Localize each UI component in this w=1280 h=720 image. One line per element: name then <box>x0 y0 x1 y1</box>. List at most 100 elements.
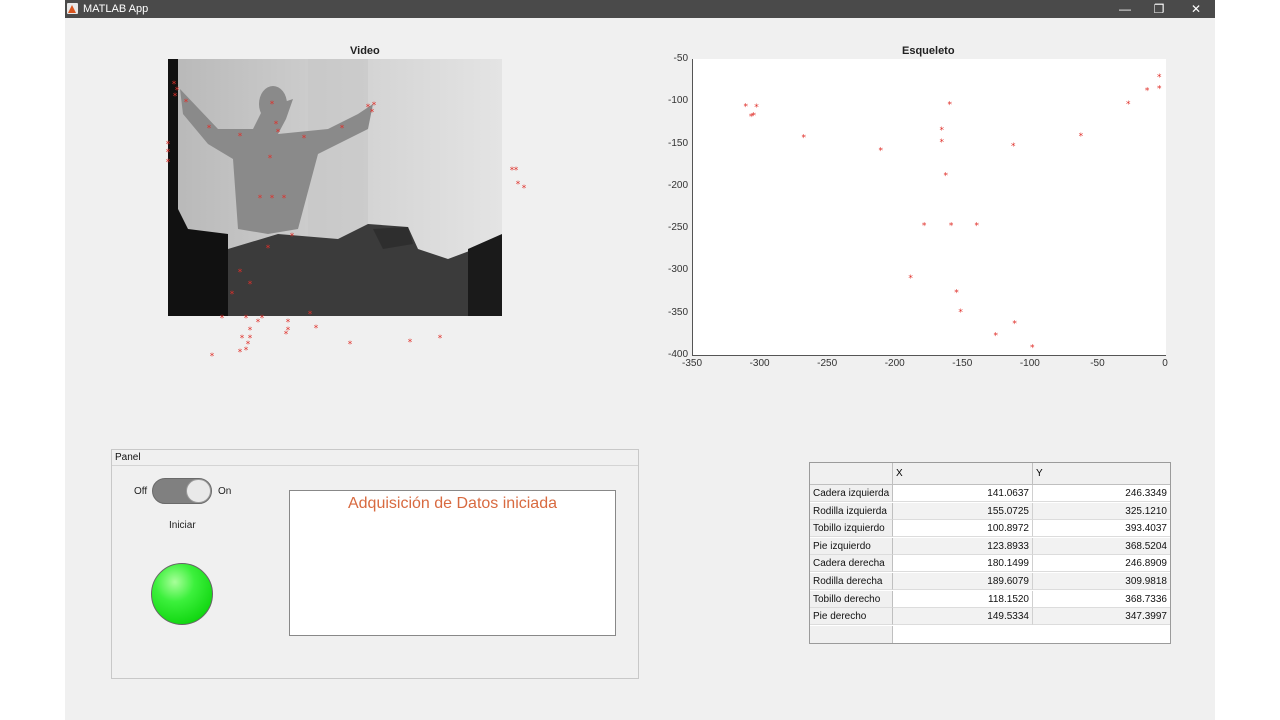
x-tick-label: -50 <box>1090 358 1105 369</box>
skeleton-point-3: * <box>752 112 757 122</box>
panel-title: Panel <box>115 452 141 463</box>
video-joint-marker-37: * <box>314 324 319 334</box>
skeleton-point-22: * <box>1145 86 1150 96</box>
iniciar-switch-knob[interactable] <box>186 479 211 503</box>
skeleton-point-13: * <box>908 274 913 284</box>
skeleton-point-24: * <box>1157 85 1162 95</box>
table-row-header: Tobillo derecho <box>810 590 893 608</box>
skeleton-plot-area: * * * * * * * * * * * * * * * * * * * * * * * * * <box>692 59 1166 356</box>
video-joint-marker-21: * <box>248 280 253 290</box>
y-tick-label: -250 <box>667 222 688 234</box>
y-tick-label: -150 <box>667 137 688 149</box>
video-joint-markers: ************* *** * ******* * * * ************ *… <box>166 80 527 362</box>
video-joint-marker-36: * <box>308 310 313 320</box>
video-joint-marker-5: * <box>238 132 243 142</box>
table-cell-x[interactable]: 189.6079 <box>893 573 1033 590</box>
skeleton-point-23: * <box>1157 73 1162 83</box>
y-tick-label: -100 <box>667 95 688 107</box>
table-cell-y[interactable]: 309.9818 <box>1033 573 1170 590</box>
skeleton-point-11: * <box>949 222 954 232</box>
matlab-logo-icon <box>67 3 78 14</box>
video-joint-marker-32: * <box>240 334 245 344</box>
video-joint-marker-10: * <box>302 134 307 144</box>
table-cell-y[interactable]: 246.3349 <box>1033 485 1170 502</box>
video-joint-marker-16: * <box>270 194 275 204</box>
close-button[interactable]: ✕ <box>1178 0 1214 18</box>
video-joint-marker-41: * <box>210 352 215 362</box>
skeleton-point-6: * <box>948 101 953 111</box>
video-joint-marker-48: * <box>166 158 171 168</box>
column-header-x[interactable]: X <box>893 463 1033 485</box>
video-joint-marker-17: * <box>282 194 287 204</box>
video-joint-marker-4: * <box>207 124 212 134</box>
desktop-right-margin <box>1215 0 1280 720</box>
table-cell-x[interactable]: 118.1520 <box>893 590 1033 608</box>
video-joint-marker-19: * <box>290 232 295 242</box>
video-joint-marker-22: * <box>230 290 235 300</box>
video-joint-marker-8: * <box>276 128 281 138</box>
video-joint-marker-14: * <box>372 101 377 111</box>
video-joint-marker-29: * <box>284 330 289 340</box>
skeleton-point-20: * <box>1079 132 1084 142</box>
column-header-y[interactable]: Y <box>1033 463 1170 485</box>
table-row-header: Rodilla izquierda <box>810 502 893 520</box>
status-textarea[interactable]: Adquisición de Datos iniciada <box>289 490 616 636</box>
table-cell-y[interactable]: 246.8909 <box>1033 555 1170 573</box>
y-tick-label: -50 <box>673 53 688 64</box>
table-cell-y[interactable]: 368.7336 <box>1033 590 1170 608</box>
restore-button[interactable]: ❐ <box>1141 0 1177 18</box>
table-corner-header <box>810 463 893 485</box>
table-row-header: Tobillo izquierdo <box>810 520 893 538</box>
y-tick-label: -350 <box>667 306 688 318</box>
table-cell-x[interactable]: 155.0725 <box>893 502 1033 520</box>
skeleton-point-5: * <box>879 146 884 156</box>
status-lamp <box>151 563 213 625</box>
table-cell-y[interactable]: 325.1210 <box>1033 502 1170 520</box>
skeleton-point-12: * <box>975 222 980 232</box>
skeleton-point-0: * <box>743 102 748 112</box>
status-message: Adquisición de Datos iniciada <box>347 495 557 512</box>
skeleton-point-4: * <box>802 134 807 144</box>
table-cell-y[interactable]: 393.4037 <box>1033 520 1170 538</box>
video-joint-marker-40: * <box>438 334 443 344</box>
table-cell-y[interactable]: 368.5204 <box>1033 537 1170 555</box>
video-joint-marker-6: * <box>270 100 275 110</box>
video-joint-marker-33: * <box>238 348 243 358</box>
desktop-left-margin <box>0 0 65 720</box>
minimize-button[interactable]: — <box>1107 0 1143 18</box>
table-cell-x[interactable]: 141.0637 <box>893 485 1033 502</box>
table-cell-x[interactable]: 123.8933 <box>893 537 1033 555</box>
video-joint-marker-11: * <box>340 124 345 134</box>
skeleton-point-9: * <box>943 172 948 182</box>
skeleton-point-8: * <box>939 138 944 148</box>
skeleton-point-21: * <box>1126 100 1131 110</box>
video-joint-marker-26: * <box>260 314 265 324</box>
video-joint-marker-43: * <box>514 166 519 176</box>
window-title: MATLAB App <box>83 3 149 15</box>
video-joint-marker-23: * <box>220 314 225 324</box>
table-row-header: Pie derecho <box>810 608 893 626</box>
skeleton-point-7: * <box>939 126 944 136</box>
video-joint-marker-24: * <box>244 314 249 324</box>
x-tick-label: -200 <box>884 358 905 369</box>
table-row-header: Rodilla derecha <box>810 573 893 590</box>
video-joint-marker-47: * <box>166 148 171 158</box>
skeleton-point-14: * <box>954 288 959 298</box>
y-tick-label: -300 <box>667 264 688 276</box>
table-cell-x[interactable]: 180.1499 <box>893 555 1033 573</box>
table-cell-y[interactable]: 347.3997 <box>1033 608 1170 626</box>
x-tick-label: -300 <box>749 358 770 369</box>
skeleton-point-19: * <box>1011 142 1016 152</box>
y-tick-label: -400 <box>667 349 688 360</box>
skeleton-point-18: * <box>1030 343 1035 353</box>
table-cell-x[interactable]: 100.8972 <box>893 520 1033 538</box>
skeleton-point-17: * <box>1012 320 1017 330</box>
x-tick-label: -100 <box>1019 358 1040 369</box>
video-joint-marker-44: * <box>516 180 521 190</box>
switch-caption: Iniciar <box>169 520 196 531</box>
title-bar[interactable]: MATLAB App — ❐ ✕ <box>65 0 1215 18</box>
table-cell-x[interactable]: 149.5334 <box>893 608 1033 626</box>
video-joint-marker-15: * <box>258 194 263 204</box>
video-joint-marker-38: * <box>348 340 353 350</box>
coordinates-table[interactable]: X Y Cadera izquierda 141.0637 246.3349 Rodi… <box>809 462 1171 644</box>
